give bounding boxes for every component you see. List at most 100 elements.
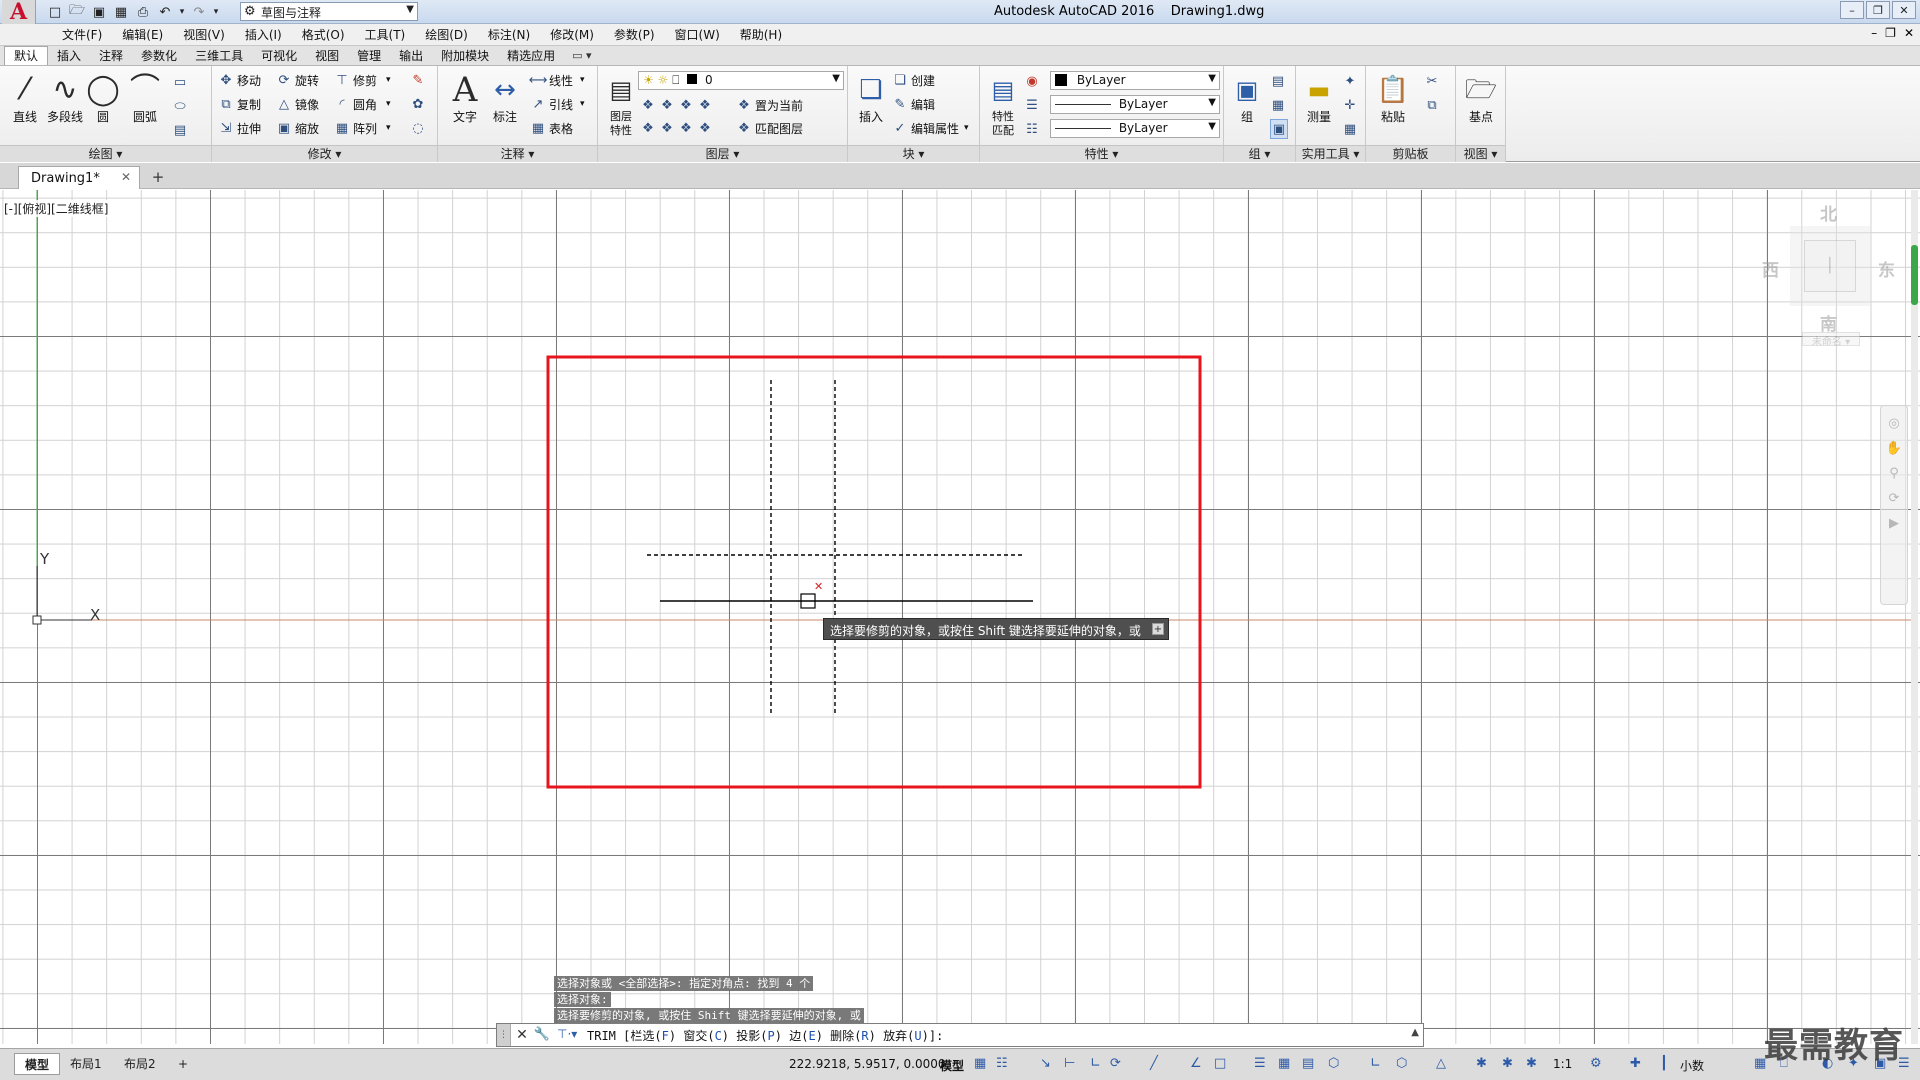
base-view-button[interactable]: 🗁 基点 [1458,70,1504,140]
doc-close-icon[interactable]: ✕ [1904,26,1914,40]
move-button[interactable]: ✥ 移动 [218,70,261,90]
object-snap-tracking-icon[interactable]: ∠ [1190,1056,1202,1071]
print-icon[interactable]: ⎙ [134,3,152,21]
tab-visualize[interactable]: 可视化 [252,47,306,65]
match-properties-button[interactable]: ▤ 特性 匹配 [980,70,1026,140]
panel-utilities-title[interactable]: 实用工具 ▾ [1296,145,1365,162]
auto-scale-icon[interactable]: ✱ [1502,1056,1513,1071]
wcs-menu[interactable]: 未命名 ▾ [1802,332,1860,348]
polar-tracking-icon[interactable]: ⟳ [1110,1056,1121,1071]
selection-cycling-icon[interactable]: ▤ [1302,1056,1314,1071]
command-line[interactable]: ⋮ ✕ 🔧 ⊤·▾ TRIM [栏选(F) 窗交(C) 投影(P) 边(E) 删… [496,1023,1424,1047]
group-edit-button[interactable]: ▦ [1270,95,1286,115]
redo-dropdown-icon[interactable]: ▾ [212,3,220,21]
tab-3d-tools[interactable]: 三维工具 [186,47,252,65]
rotate-button[interactable]: ⟳ 旋转 [276,70,319,90]
ellipse-button[interactable]: ⬭ [172,96,188,116]
isodraft-icon[interactable]: ╱ [1150,1056,1158,1071]
doc-minimize-icon[interactable]: – [1871,26,1877,40]
insert-block-button[interactable]: ❏ 插入 [848,70,894,140]
tab-home[interactable]: 默认 [4,46,49,65]
panel-block-title[interactable]: 块 ▾ [848,145,979,162]
layer-freeze-icon[interactable]: ❖ [678,97,694,113]
scale-button[interactable]: ▣ 缩放 [276,118,319,138]
edit-attributes-button[interactable]: ✓ 编辑属性 ▾ [892,118,969,138]
chevron-up-icon[interactable]: ▲ [1411,1027,1419,1038]
layer-unlock-icon[interactable]: ❖ [697,120,713,136]
layer-unisolate-icon[interactable]: ❖ [659,120,675,136]
group-button[interactable]: ▣ 组 [1224,70,1270,140]
selection-filter-icon[interactable]: ⬡ [1396,1056,1407,1071]
viewcube[interactable]: 北 西 东 南 │ 未命名 ▾ [1760,200,1895,348]
quick-select-button[interactable]: ✦ [1342,71,1358,91]
layer-isolate-icon[interactable]: ❖ [659,97,675,113]
maximize-button[interactable]: ❐ [1866,1,1890,19]
circle-button[interactable]: ◯ 圆 [80,70,126,140]
viewcube-north[interactable]: 北 [1820,200,1837,225]
menu-format[interactable]: 格式(O) [292,24,355,46]
undo-icon[interactable]: ↶ [156,3,174,21]
tab-addins[interactable]: 附加模块 [432,47,498,65]
close-icon[interactable]: ✕ [513,1026,531,1044]
leader-button[interactable]: ↗ 引线 ▾ [530,94,585,114]
grid-icon[interactable]: ▦ [974,1056,986,1071]
annotation-visibility-icon[interactable]: ✱ [1476,1056,1487,1071]
ribbon-options-icon[interactable]: ▭ ▾ [564,47,599,65]
tab-layout2[interactable]: 布局2 [114,1053,166,1075]
command-prompt[interactable]: TRIM [栏选(F) 窗交(C) 投影(P) 边(E) 删除(R) 放弃(U)… [587,1027,943,1044]
group-select-button[interactable]: ▣ [1270,119,1288,139]
annotation-monitor-icon[interactable]: ✚ [1630,1056,1641,1071]
menu-insert[interactable]: 插入(I) [235,24,292,46]
wrench-icon[interactable]: 🔧 [533,1026,551,1044]
tab-featured-apps[interactable]: 精选应用 [498,47,564,65]
tab-layout1[interactable]: 布局1 [60,1053,112,1075]
cut-button[interactable]: ✂ [1424,71,1440,91]
tab-view[interactable]: 视图 [306,47,348,65]
copy-button[interactable]: ⧉ 复制 [218,94,261,114]
command-line-grip[interactable]: ⋮ [497,1024,511,1046]
edit-block-button[interactable]: ✎ 编辑 [892,94,935,114]
table-button[interactable]: ▦ 表格 [530,118,573,138]
close-button[interactable]: ✕ [1892,1,1916,19]
coordinates-readout[interactable]: 222.9218, 5.9517, 0.0000 [789,1057,946,1071]
infer-constraints-icon[interactable]: ↘ [1040,1056,1051,1071]
tab-model[interactable]: 模型 [14,1053,61,1075]
tab-parametric[interactable]: 参数化 [132,47,186,65]
close-icon[interactable]: ✕ [121,170,131,184]
rectangle-button[interactable]: ▭ [172,72,188,92]
array-button[interactable]: ▦ 阵列 ▾ [334,118,391,138]
save-icon[interactable]: ▣ [90,3,108,21]
menu-tools[interactable]: 工具(T) [355,24,416,46]
mirror-button[interactable]: △ 镜像 [276,94,319,114]
command-option[interactable]: 投影(P) [736,1029,782,1043]
panel-modify-title[interactable]: 修改 ▾ [212,145,437,162]
panel-draw-title[interactable]: 绘图 ▾ [0,145,211,162]
panel-groups-title[interactable]: 组 ▾ [1224,145,1295,162]
menu-modify[interactable]: 修改(M) [540,24,604,46]
linetype-selector[interactable]: ByLayer ▼ [1050,95,1220,114]
workspace-selector[interactable]: ⚙ 草图与注释 ▼ [240,2,418,21]
dynamic-input-icon[interactable]: ⊢ [1064,1056,1075,1071]
lineweight-selector[interactable]: ByLayer ▼ [1050,119,1220,138]
tab-manage[interactable]: 管理 [348,47,390,65]
orbit-icon[interactable]: ⟳ [1889,491,1900,506]
menu-dimension[interactable]: 标注(N) [478,24,540,46]
menu-window[interactable]: 窗口(W) [665,24,730,46]
pan-icon[interactable]: ✋ [1886,441,1902,456]
ortho-icon[interactable]: ∟ [1090,1056,1101,1071]
menu-parametric[interactable]: 参数(P) [604,24,665,46]
transparency-button[interactable]: ☷ [1024,119,1040,139]
dynamic-ucs-icon[interactable]: ∟ [1370,1056,1381,1071]
menu-view[interactable]: 视图(V) [173,24,235,46]
panel-layers-title[interactable]: 图层 ▾ [598,145,847,162]
viewcube-west[interactable]: 西 [1762,256,1779,281]
redo-icon[interactable]: ↷ [190,3,208,21]
menu-help[interactable]: 帮助(H) [730,24,792,46]
menu-file[interactable]: 文件(F) [52,24,112,46]
hatch-button[interactable]: ▤ [172,120,188,140]
doc-restore-icon[interactable]: ❐ [1885,26,1896,40]
minimize-button[interactable]: – [1840,1,1864,19]
offset-button[interactable]: ◌ [410,118,426,138]
undo-dropdown-icon[interactable]: ▾ [178,3,186,21]
workspace-switch-icon[interactable]: ⚙ [1590,1056,1602,1071]
